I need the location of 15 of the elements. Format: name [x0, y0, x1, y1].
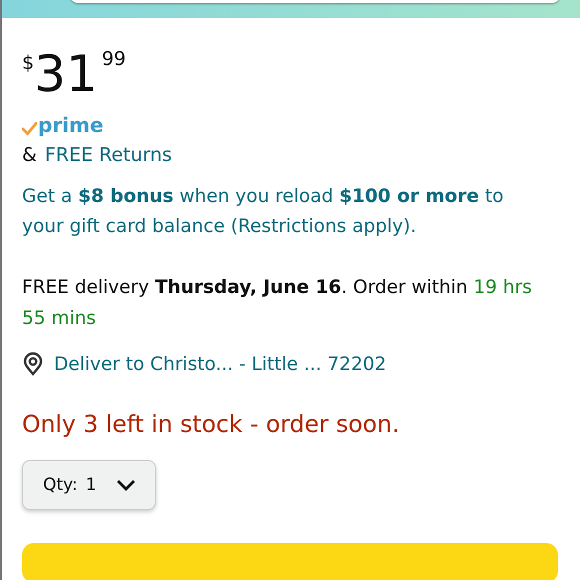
bonus-promo-text[interactable]: Get a $8 bonus when you reload $100 or more to your gift card balance (Restrictions apply). — [22, 182, 542, 242]
prime-logo: prime — [38, 113, 104, 137]
free-returns-link[interactable]: FREE Returns — [44, 144, 172, 166]
ampersand-text: & — [22, 144, 37, 166]
location-pin-icon — [22, 352, 44, 376]
price-fraction: 99 — [102, 48, 126, 70]
price-whole: 31 — [34, 44, 98, 104]
chevron-down-icon — [116, 479, 136, 491]
action-button[interactable] — [22, 543, 558, 580]
check-icon — [22, 122, 37, 136]
deliver-to-link[interactable]: Deliver to Christo... - Little ... 72202 — [54, 354, 386, 374]
currency-symbol: $ — [22, 52, 34, 74]
stock-warning: Only 3 left in stock - order soon. — [22, 410, 400, 438]
quantity-dropdown[interactable]: Qty: 1 — [22, 460, 156, 510]
delivery-message: FREE delivery Thursday, June 16. Order within 19 hrs 55 mins — [22, 276, 533, 331]
